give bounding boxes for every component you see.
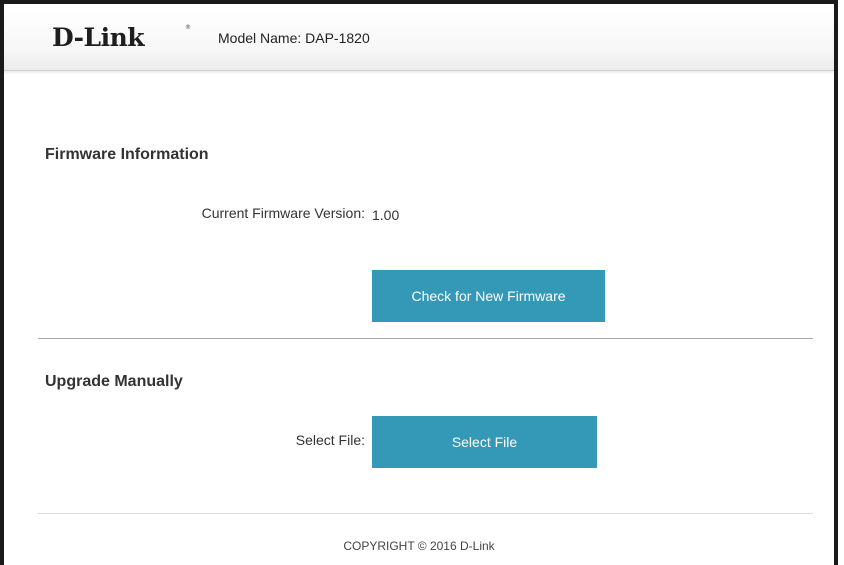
check-for-new-firmware-button[interactable]: Check for New Firmware [372,270,605,322]
model-name: Model Name: DAP-1820 [218,30,370,46]
select-file-label: Select File: [295,432,365,448]
current-firmware-version-value: 1.00 [372,207,400,223]
top-header: D-Link ® Model Name: DAP-1820 [4,4,834,71]
upgrade-manually-title: Upgrade Manually [45,373,183,390]
footer-divider [38,513,813,514]
select-file-button[interactable]: Select File [372,416,597,468]
current-firmware-version-label: Current Firmware Version: [201,205,365,221]
registered-mark: ® [185,24,191,31]
firmware-information-title: Firmware Information [45,146,209,163]
section-divider [38,338,813,339]
dlink-logo: D-Link [52,23,145,52]
copyright-footer: COPYRIGHT © 2016 D-Link [343,539,495,553]
